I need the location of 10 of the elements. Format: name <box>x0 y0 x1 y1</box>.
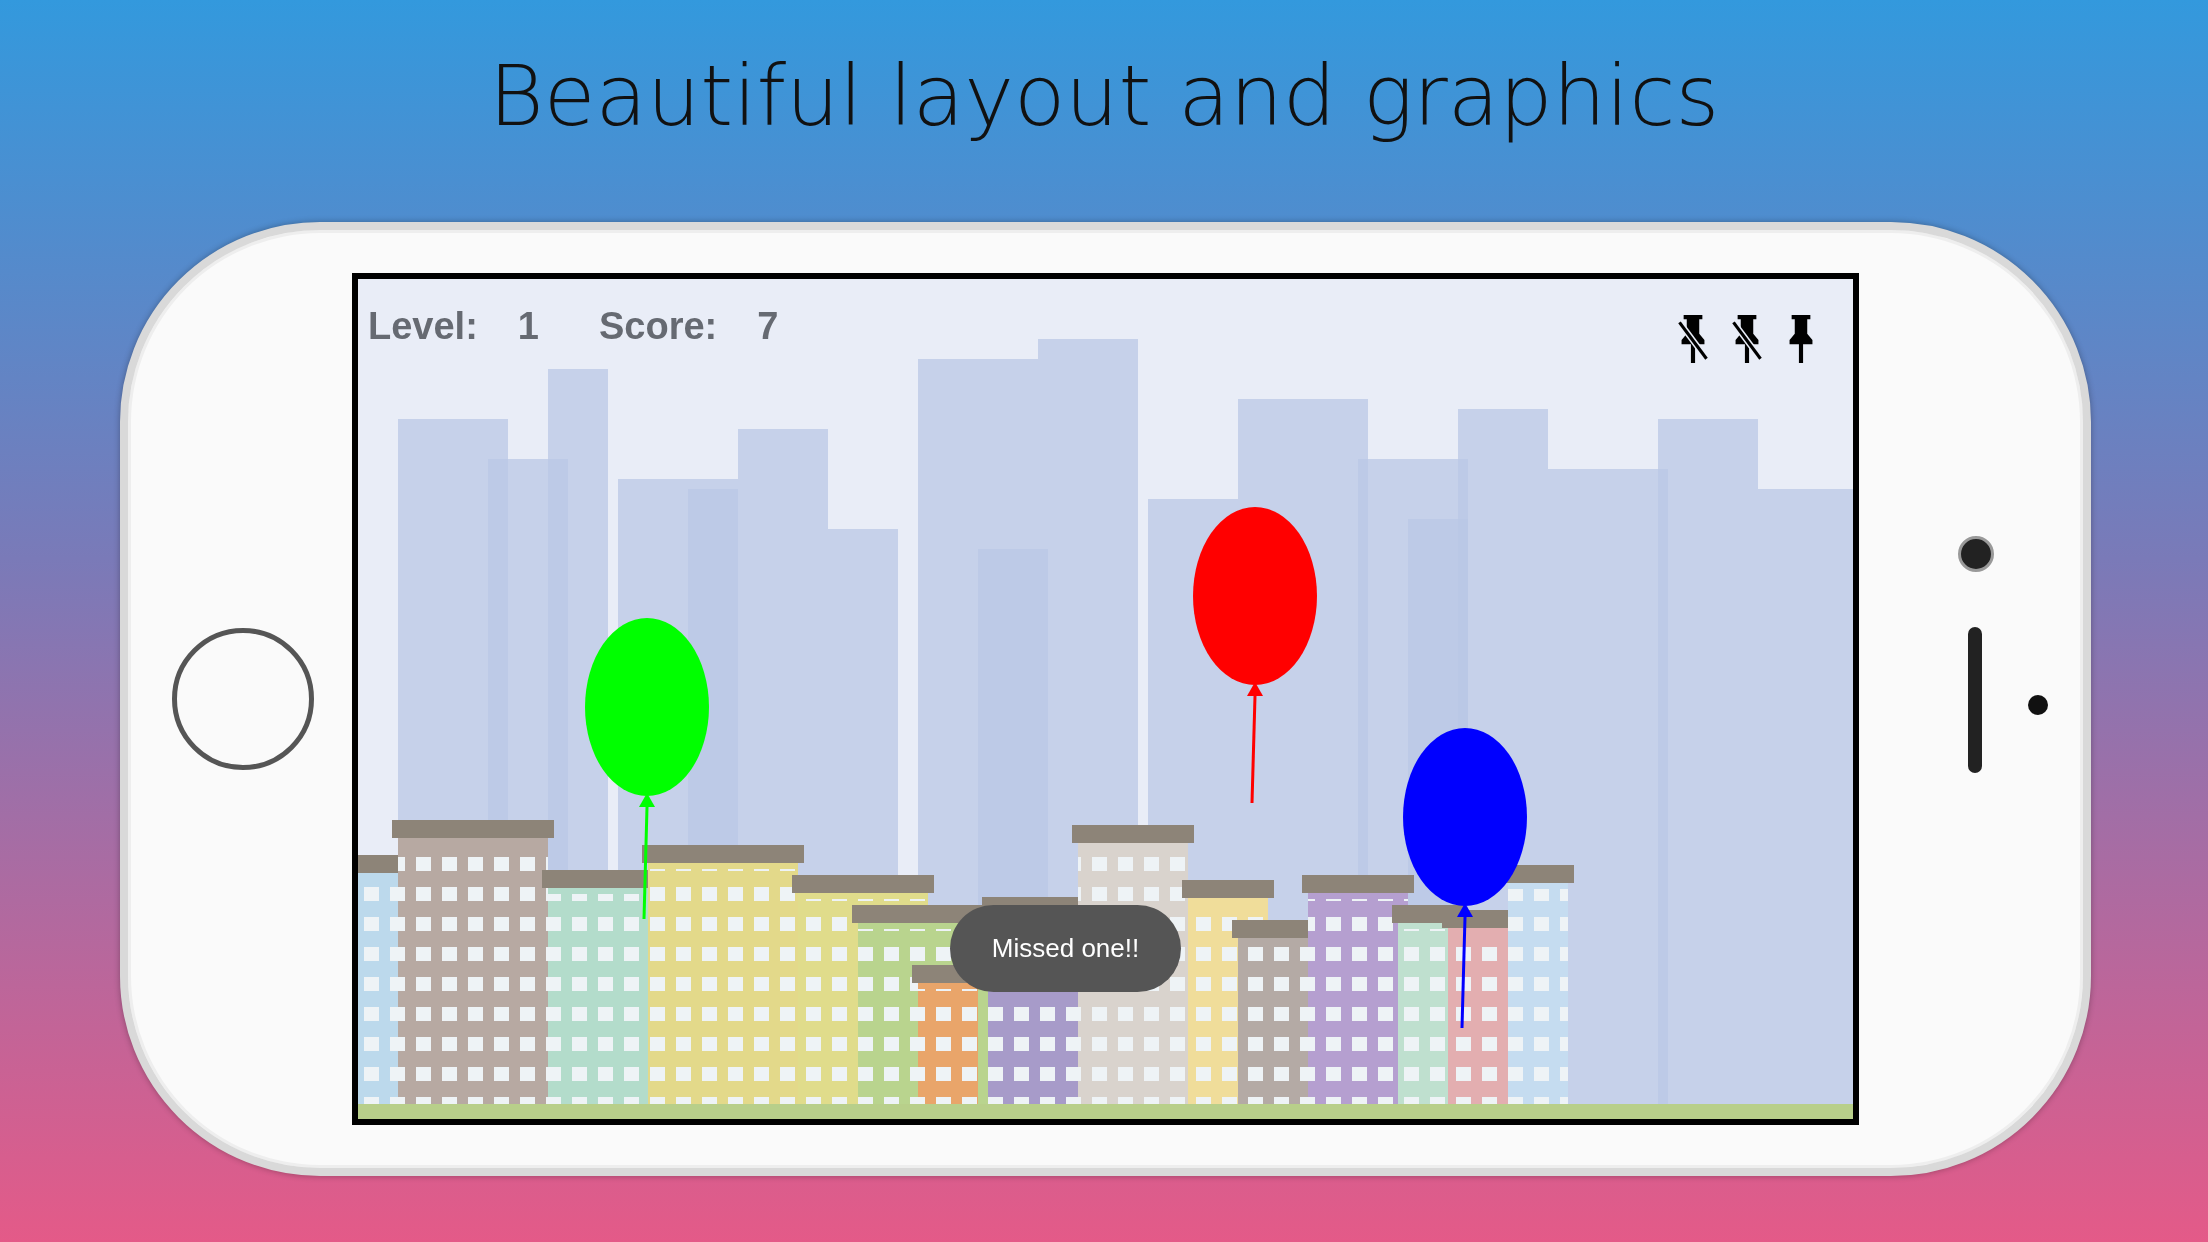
sensor-dot <box>2028 695 2048 715</box>
balloon[interactable] <box>582 617 712 919</box>
level-value: 1 <box>517 305 539 348</box>
balloon[interactable] <box>1400 727 1530 1028</box>
score-label: Score: <box>598 305 718 348</box>
headline: Beautiful layout and graphics <box>487 46 1721 147</box>
camera-icon <box>1958 536 1994 572</box>
toast-message: Missed one!! <box>950 905 1181 992</box>
score-value: 7 <box>757 305 779 348</box>
level-label: Level: <box>368 305 478 348</box>
